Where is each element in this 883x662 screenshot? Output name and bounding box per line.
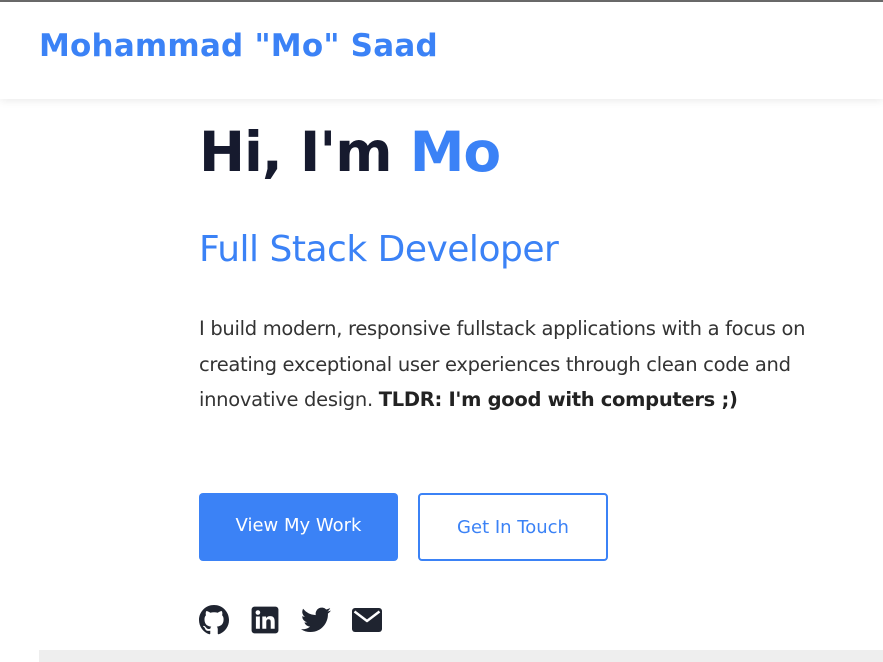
twitter-icon [301, 607, 331, 632]
linkedin-icon [251, 606, 279, 634]
site-header: Mohammad "Mo" Saad [0, 2, 883, 99]
social-links [199, 605, 382, 635]
bio-paragraph: I build modern, responsive fullstack app… [199, 311, 824, 418]
next-section-edge [39, 650, 883, 662]
linkedin-link[interactable] [250, 605, 280, 635]
hero-heading: Hi, I'm Mo [199, 116, 502, 188]
brand-logo-link[interactable]: Mohammad "Mo" Saad [39, 28, 438, 64]
greeting-name: Mo [409, 120, 502, 184]
view-my-work-button[interactable]: View My Work [199, 493, 398, 561]
bio-tldr: TLDR: I'm good with computers ;) [378, 388, 738, 411]
github-link[interactable] [199, 605, 229, 635]
role-subtitle: Full Stack Developer [199, 229, 559, 270]
get-in-touch-button[interactable]: Get In Touch [418, 493, 608, 561]
mail-icon [352, 608, 382, 632]
github-icon [199, 605, 229, 635]
twitter-link[interactable] [301, 605, 331, 635]
greeting-prefix: Hi, I'm [199, 120, 410, 184]
email-link[interactable] [352, 605, 382, 635]
